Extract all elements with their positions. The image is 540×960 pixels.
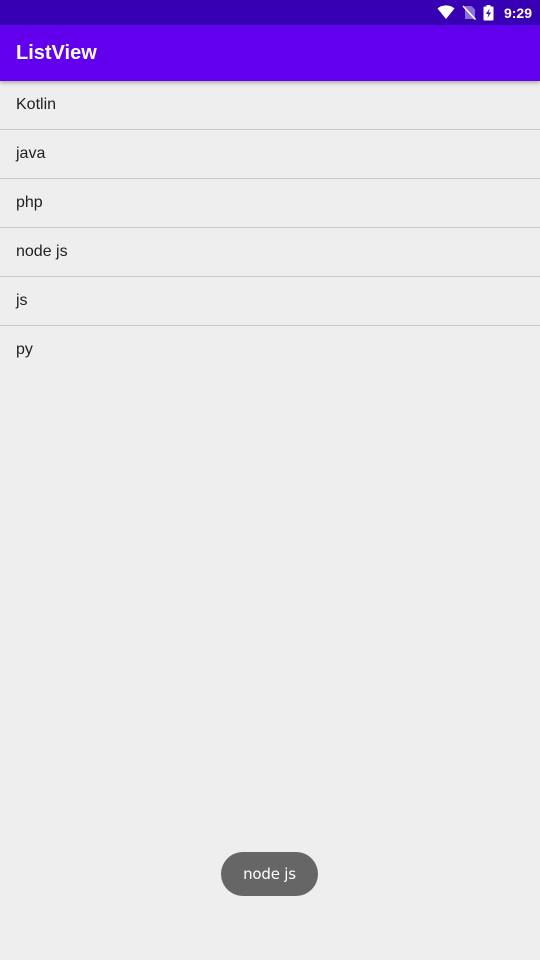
list-item-py[interactable]: py <box>0 326 540 374</box>
app-title: ListView <box>16 42 97 64</box>
list-item-node-js[interactable]: node js <box>0 228 540 277</box>
no-sim-icon <box>462 5 476 20</box>
status-time: 9:29 <box>503 4 532 21</box>
status-icons: 9:29 <box>437 0 532 25</box>
list-item-kotlin[interactable]: Kotlin <box>0 81 540 130</box>
toast-message: node js <box>221 852 318 896</box>
status-bar: 9:29 <box>0 0 540 25</box>
app-bar: ListView <box>0 25 540 81</box>
list-item-java[interactable]: java <box>0 130 540 179</box>
list-item-php[interactable]: php <box>0 179 540 228</box>
wifi-icon <box>437 5 455 20</box>
battery-charging-icon <box>483 4 494 21</box>
list-item-js[interactable]: js <box>0 277 540 326</box>
list-view[interactable]: Kotlin java php node js js py <box>0 81 540 374</box>
